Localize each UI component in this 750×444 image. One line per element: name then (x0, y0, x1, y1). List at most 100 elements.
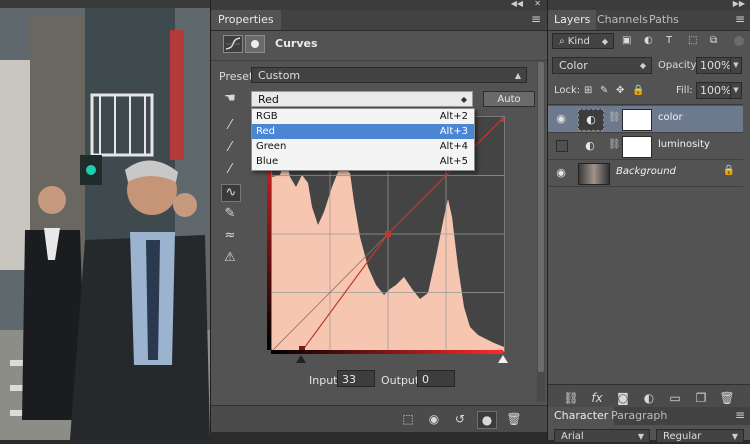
lock-all-icon[interactable]: 🔒 (632, 83, 644, 99)
filter-toggle[interactable] (734, 36, 744, 46)
lock-transparent-icon[interactable]: ⊞ (584, 83, 592, 99)
fill-value: 100% (700, 84, 732, 97)
updown-arrows-icon: ◆ (601, 37, 608, 46)
new-layer-icon[interactable]: ❐ (692, 390, 710, 406)
filter-pixel-icon[interactable]: ▣ (622, 33, 631, 49)
auto-button[interactable]: Auto (483, 91, 535, 107)
visibility-eye-icon[interactable]: ◉ (554, 166, 568, 180)
menu-item-blue[interactable]: Blue Alt+5 (252, 154, 474, 169)
updown-arrows-icon: ◆ (639, 61, 646, 70)
menu-item-label: Green (256, 141, 287, 152)
eyedropper-black-icon[interactable]: ⁄ (221, 118, 239, 134)
filter-adjustment-icon[interactable]: ◐ (644, 33, 653, 49)
dropdown-arrow-icon: ▼ (731, 432, 738, 441)
layer-mask-thumbnail[interactable] (622, 136, 652, 158)
new-adjustment-icon[interactable]: ◐ (640, 390, 658, 406)
eyedropper-white-icon[interactable]: ⁄ (221, 162, 239, 178)
opacity-value: 100% (700, 59, 732, 72)
panel-menu-icon[interactable]: ≡ (735, 408, 745, 422)
filter-kind-select[interactable]: ⌕ Kind ◆ (552, 33, 614, 49)
preset-value: Custom (258, 69, 301, 82)
collapse-icon[interactable]: ▶▶ (733, 0, 745, 8)
blend-mode-value: Color (559, 59, 588, 72)
lock-pixels-icon[interactable]: ✎ (600, 83, 608, 99)
curve-point[interactable] (501, 117, 506, 122)
menu-item-label: Blue (256, 156, 279, 167)
reset-icon[interactable]: ↺ (451, 411, 469, 427)
layer-name: color (658, 112, 683, 123)
curves-adjustment-icon[interactable] (223, 35, 243, 53)
scrollbar-thumb[interactable] (538, 62, 544, 372)
smooth-curve-icon[interactable]: ≈ (221, 228, 239, 244)
search-icon: ⌕ (559, 36, 568, 47)
eyedropper-gray-icon[interactable]: ⁄ (221, 140, 239, 156)
visibility-eye-icon[interactable]: ● (477, 411, 497, 429)
white-point-slider[interactable] (498, 355, 508, 363)
hand-adjust-icon[interactable]: ☚ (221, 91, 239, 107)
new-group-icon[interactable]: ▭ (666, 390, 684, 406)
tab-properties[interactable]: Properties (211, 10, 281, 30)
input-field[interactable]: 33 (337, 370, 375, 387)
kind-value: Kind (567, 36, 590, 47)
menu-item-label: Red (256, 126, 275, 137)
panel-collapse-bar[interactable]: ◀◀ ✕ (211, 0, 547, 10)
filter-smart-object-icon[interactable]: ⧉ (710, 33, 717, 49)
panel-menu-icon[interactable]: ≡ (531, 12, 541, 26)
view-previous-icon[interactable]: ◉ (425, 411, 443, 427)
fill-dropdown-icon[interactable]: ▼ (730, 82, 742, 99)
font-family-select[interactable]: Arial ▼ (554, 429, 650, 443)
filter-type-icon[interactable]: T (666, 33, 672, 49)
layer-style-fx-icon[interactable]: fx (588, 390, 606, 406)
panel-menu-icon[interactable]: ≡ (735, 12, 745, 26)
menu-item-label: RGB (256, 111, 278, 122)
layers-panel: ▶▶ Layers Channels Paths ≡ ⌕ Kind ◆ ▣ ◐ … (547, 0, 750, 407)
link-chain-icon[interactable]: ⛓ (608, 139, 621, 150)
menu-item-shortcut: Alt+2 (439, 111, 468, 122)
blend-mode-select[interactable]: Color ◆ (552, 57, 652, 74)
menu-item-shortcut: Alt+5 (439, 156, 468, 167)
panel-collapse-bar[interactable]: ▶▶ (548, 0, 750, 10)
filter-shape-icon[interactable]: ⬚ (688, 33, 697, 49)
close-icon[interactable]: ✕ (534, 0, 541, 8)
layer-mask-icon[interactable] (245, 35, 265, 53)
opacity-dropdown-icon[interactable]: ▼ (730, 57, 742, 74)
trash-icon[interactable]: 🗑 (505, 411, 523, 427)
add-mask-icon[interactable]: ◙ (614, 390, 632, 406)
divider (211, 60, 547, 61)
tab-paragraph[interactable]: Paragraph (604, 407, 674, 425)
character-panel: Character Paragraph ≡ Arial ▼ Regular ▼ (547, 407, 750, 443)
collapse-icon[interactable]: ◀◀ (511, 0, 523, 8)
menu-item-green[interactable]: Green Alt+4 (252, 139, 474, 154)
link-layers-icon[interactable]: ⛓ (562, 390, 580, 406)
font-style-value: Regular (663, 431, 702, 442)
curve-points-icon[interactable]: ∿ (221, 184, 241, 202)
menu-item-red[interactable]: Red Alt+3 (252, 124, 474, 139)
layer-mask-thumbnail[interactable] (622, 109, 652, 131)
layer-row-color[interactable]: ◉ ◐ ⛓ color (548, 106, 743, 133)
trash-icon[interactable]: 🗑 (718, 390, 736, 406)
clip-to-layer-icon[interactable]: ⬚ (399, 411, 417, 427)
layer-row-luminosity[interactable]: ◐ ⛓ luminosity (548, 133, 743, 160)
layer-name: Background (616, 166, 676, 177)
preset-select[interactable]: Custom ▲ (251, 67, 527, 83)
pencil-icon[interactable]: ✎ (221, 206, 239, 222)
layer-thumbnail (578, 163, 610, 185)
properties-scrollbar[interactable] (537, 62, 545, 402)
layer-row-background[interactable]: ◉ Background 🔒 (548, 160, 743, 187)
clipping-warning-icon[interactable]: ⚠ (221, 250, 239, 266)
menu-item-rgb[interactable]: RGB Alt+2 (252, 109, 474, 124)
font-style-select[interactable]: Regular ▼ (656, 429, 744, 443)
updown-arrows-icon: ▲ (514, 71, 521, 80)
output-field[interactable]: 0 (417, 370, 455, 387)
properties-tabbar: Properties ≡ (211, 10, 547, 31)
lock-icon: 🔒 (722, 165, 735, 176)
adjustment-layer-icon: ◐ (578, 109, 604, 131)
visibility-eye-icon[interactable]: ◉ (554, 112, 568, 126)
channel-select[interactable]: Red ◆ (251, 91, 473, 107)
lock-position-icon[interactable]: ✥ (616, 83, 624, 99)
tab-paths[interactable]: Paths (642, 10, 686, 30)
visibility-toggle[interactable] (556, 140, 568, 152)
link-chain-icon[interactable]: ⛓ (608, 112, 621, 123)
curve-point[interactable] (385, 231, 391, 237)
black-point-slider[interactable] (296, 355, 306, 363)
